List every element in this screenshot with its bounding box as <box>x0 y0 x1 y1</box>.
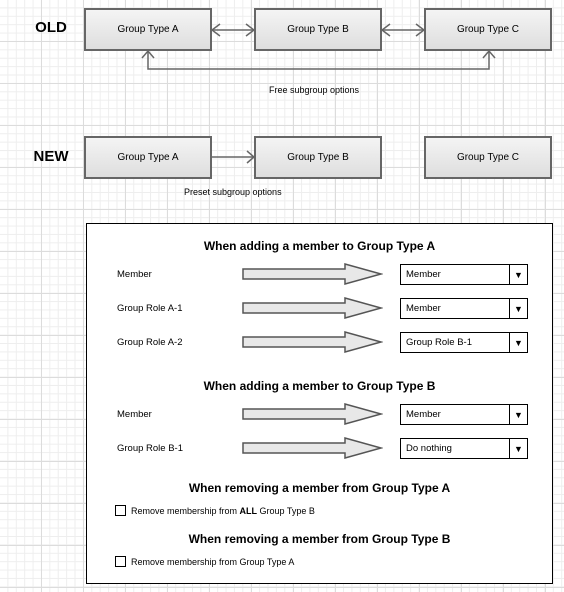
add-a-role-a1-select[interactable]: Member ▼ <box>400 298 528 319</box>
add-a-member-select[interactable]: Member ▼ <box>400 264 528 285</box>
checkbox-label: Remove membership from Group Type A <box>131 556 295 567</box>
old-a-c-loop-arrow <box>141 49 496 70</box>
big-arrow-icon <box>242 297 383 319</box>
remove-a-checkbox-row[interactable]: Remove membership from ALL Group Type B <box>115 505 315 516</box>
new-group-type-a-box: Group Type A <box>84 136 212 179</box>
remove-all-b-checkbox[interactable] <box>115 505 126 516</box>
add-a-row-label: Group Role A-2 <box>117 337 183 348</box>
select-value: Group Role B-1 <box>406 337 473 348</box>
big-arrow-icon <box>242 331 383 353</box>
checkbox-label-emphasis: ALL <box>239 505 258 516</box>
new-group-type-c-box: Group Type C <box>424 136 552 179</box>
new-label: NEW <box>33 148 69 165</box>
checkbox-label-prefix: Remove membership from <box>131 505 240 516</box>
checkbox-label-suffix: Group Type B <box>257 505 315 516</box>
remove-b-title: When removing a member from Group Type B <box>188 532 451 546</box>
settings-panel: When adding a member to Group Type A Mem… <box>86 223 553 584</box>
select-value: Do nothing <box>406 443 452 454</box>
big-arrow-icon <box>242 263 383 285</box>
add-b-row-label: Group Role B-1 <box>117 443 184 454</box>
select-value: Member <box>406 269 441 280</box>
remove-b-checkbox-row[interactable]: Remove membership from Group Type A <box>115 556 294 567</box>
add-a-title: When adding a member to Group Type A <box>203 239 436 253</box>
old-caption: Free subgroup options <box>269 85 360 95</box>
add-b-title: When adding a member to Group Type B <box>203 379 436 393</box>
new-caption: Preset subgroup options <box>184 187 282 197</box>
add-b-member-select[interactable]: Member ▼ <box>400 404 528 425</box>
big-arrow-icon <box>242 437 383 459</box>
add-a-row-label: Group Role A-1 <box>117 303 183 314</box>
add-b-role-b1-select[interactable]: Do nothing ▼ <box>400 438 528 459</box>
old-label: OLD <box>35 19 67 36</box>
select-value: Member <box>406 409 441 420</box>
old-group-type-b-box: Group Type B <box>254 8 382 51</box>
chevron-down-icon[interactable]: ▼ <box>509 265 527 284</box>
select-value: Member <box>406 303 441 314</box>
old-group-type-c-box: Group Type C <box>424 8 552 51</box>
add-b-row-label: Member <box>117 409 152 420</box>
chevron-down-icon[interactable]: ▼ <box>509 405 527 424</box>
chevron-down-icon[interactable]: ▼ <box>509 299 527 318</box>
remove-a-title: When removing a member from Group Type A <box>188 481 451 495</box>
old-a-b-bidirectional-arrow <box>210 23 256 37</box>
add-a-role-a2-select[interactable]: Group Role B-1 ▼ <box>400 332 528 353</box>
new-a-b-arrow <box>212 150 256 164</box>
big-arrow-icon <box>242 403 383 425</box>
add-a-row-label: Member <box>117 269 152 280</box>
remove-a-checkbox[interactable] <box>115 556 126 567</box>
old-group-type-a-box: Group Type A <box>84 8 212 51</box>
chevron-down-icon[interactable]: ▼ <box>509 439 527 458</box>
chevron-down-icon[interactable]: ▼ <box>509 333 527 352</box>
old-b-c-bidirectional-arrow <box>380 23 426 37</box>
new-group-type-b-box: Group Type B <box>254 136 382 179</box>
